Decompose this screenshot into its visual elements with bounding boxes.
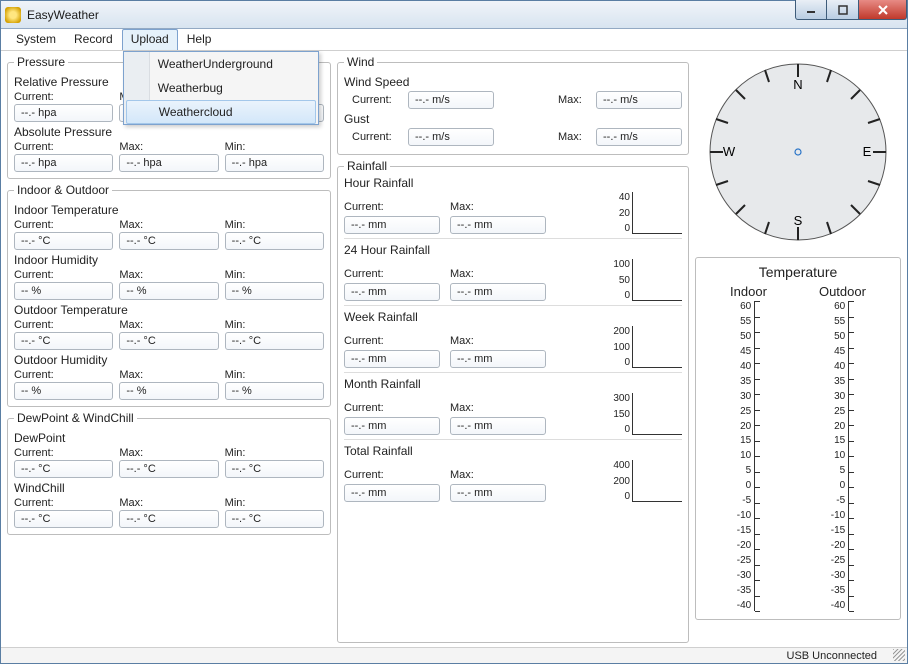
left-column: Pressure Relative Pressure Current:--.- …	[7, 55, 331, 643]
outdoor-temp-current[interactable]: --.- °C	[14, 332, 113, 350]
rain-hour: Hour RainfallCurrent:--.- mmMax:--.- mm4…	[344, 176, 682, 234]
rain-month-graph: 3001500	[613, 393, 682, 435]
outdoor-temp-min[interactable]: --.- °C	[225, 332, 324, 350]
wind-speed-max[interactable]: --.- m/s	[596, 91, 682, 109]
indoor-temp-max[interactable]: --.- °C	[119, 232, 218, 250]
windchill-current[interactable]: --.- °C	[14, 510, 113, 528]
rain-week-current[interactable]: --.- mm	[344, 350, 440, 368]
absolute-pressure-title: Absolute Pressure	[14, 125, 324, 139]
wind-speed-current[interactable]: --.- m/s	[408, 91, 494, 109]
rel-pressure-current[interactable]: --.- hpa	[14, 104, 113, 122]
rain-day: 24 Hour RainfallCurrent:--.- mmMax:--.- …	[344, 238, 682, 301]
rain-total-max[interactable]: --.- mm	[450, 484, 546, 502]
menu-system[interactable]: System	[7, 29, 65, 50]
dewpoint-current[interactable]: --.- °C	[14, 460, 113, 478]
middle-column: Wind Wind Speed Current: --.- m/s Max: -…	[337, 55, 689, 643]
upload-item-weathercloud[interactable]: Weathercloud	[126, 100, 316, 124]
compass-icon: N S W E	[703, 57, 893, 247]
indoor-outdoor-group: Indoor & Outdoor Indoor Temperature Curr…	[7, 183, 331, 407]
rain-hour-current[interactable]: --.- mm	[344, 216, 440, 234]
temperature-title: Temperature	[704, 264, 892, 280]
temperature-panel: Temperature Indoor 605550454035302520151…	[695, 257, 901, 620]
outdoor-hum-max[interactable]: -- %	[119, 382, 218, 400]
resize-grip-icon[interactable]	[893, 649, 905, 661]
rainfall-group: Rainfall Hour RainfallCurrent:--.- mmMax…	[337, 159, 689, 643]
upload-dropdown: WeatherUnderground Weatherbug Weatherclo…	[123, 51, 319, 125]
rain-day-max[interactable]: --.- mm	[450, 283, 546, 301]
status-text: USB Unconnected	[787, 650, 878, 662]
rain-week: Week RainfallCurrent:--.- mmMax:--.- mm2…	[344, 305, 682, 368]
indoor-hum-current[interactable]: -- %	[14, 282, 113, 300]
maximize-button[interactable]	[827, 0, 859, 20]
menu-record[interactable]: Record	[65, 29, 122, 50]
outdoor-hum-min[interactable]: -- %	[225, 382, 324, 400]
indoor-hum-max[interactable]: -- %	[119, 282, 218, 300]
rain-total: Total RainfallCurrent:--.- mmMax:--.- mm…	[344, 439, 682, 502]
right-column: N S W E Temperature Indoor 6055504540353…	[695, 55, 901, 643]
rain-week-graph: 2001000	[613, 326, 682, 368]
gust-current[interactable]: --.- m/s	[408, 128, 494, 146]
indoor-hum-min[interactable]: -- %	[225, 282, 324, 300]
outdoor-temp-max[interactable]: --.- °C	[119, 332, 218, 350]
pressure-legend: Pressure	[14, 55, 68, 69]
titlebar: EasyWeather	[1, 1, 907, 29]
abs-pressure-min[interactable]: --.- hpa	[225, 154, 324, 172]
menu-upload-label: Upload	[131, 32, 169, 46]
dewpoint-min[interactable]: --.- °C	[225, 460, 324, 478]
content: Pressure Relative Pressure Current:--.- …	[1, 51, 907, 647]
app-icon	[5, 7, 21, 23]
rain-month-current[interactable]: --.- mm	[344, 417, 440, 435]
window-controls	[795, 0, 907, 20]
svg-text:E: E	[863, 144, 872, 159]
close-button[interactable]	[859, 0, 907, 20]
outdoor-hum-current[interactable]: -- %	[14, 382, 113, 400]
rain-week-max[interactable]: --.- mm	[450, 350, 546, 368]
svg-text:N: N	[793, 77, 802, 92]
menu-upload[interactable]: Upload WeatherUnderground Weatherbug Wea…	[122, 29, 178, 50]
windchill-min[interactable]: --.- °C	[225, 510, 324, 528]
rain-month-max[interactable]: --.- mm	[450, 417, 546, 435]
rain-hour-graph: 40200	[619, 192, 682, 234]
abs-pressure-max[interactable]: --.- hpa	[119, 154, 218, 172]
dewpoint-max[interactable]: --.- °C	[119, 460, 218, 478]
rain-total-current[interactable]: --.- mm	[344, 484, 440, 502]
rain-day-current[interactable]: --.- mm	[344, 283, 440, 301]
indoor-thermometer: Indoor 605550454035302520151050-5-10-15-…	[730, 284, 767, 611]
svg-text:W: W	[723, 144, 736, 159]
gust-max[interactable]: --.- m/s	[596, 128, 682, 146]
rain-total-graph: 4002000	[613, 460, 682, 502]
menu-help[interactable]: Help	[178, 29, 221, 50]
menubar: System Record Upload WeatherUnderground …	[1, 29, 907, 51]
windchill-max[interactable]: --.- °C	[119, 510, 218, 528]
rain-day-graph: 100500	[613, 259, 682, 301]
abs-pressure-current[interactable]: --.- hpa	[14, 154, 113, 172]
app-window: EasyWeather System Record Upload Weather…	[0, 0, 908, 664]
upload-item-weatherbug[interactable]: Weatherbug	[124, 76, 318, 100]
window-title: EasyWeather	[27, 8, 99, 22]
rain-month: Month RainfallCurrent:--.- mmMax:--.- mm…	[344, 372, 682, 435]
dewpoint-windchill-group: DewPoint & WindChill DewPoint Current:--…	[7, 411, 331, 535]
indoor-temp-min[interactable]: --.- °C	[225, 232, 324, 250]
statusbar: USB Unconnected	[1, 647, 907, 663]
compass: N S W E	[695, 55, 901, 247]
indoor-temp-current[interactable]: --.- °C	[14, 232, 113, 250]
wind-group: Wind Wind Speed Current: --.- m/s Max: -…	[337, 55, 689, 155]
upload-item-wunderground[interactable]: WeatherUnderground	[124, 52, 318, 76]
svg-text:S: S	[794, 213, 803, 228]
rain-hour-max[interactable]: --.- mm	[450, 216, 546, 234]
minimize-button[interactable]	[795, 0, 827, 20]
outdoor-thermometer: Outdoor 605550454035302520151050-5-10-15…	[819, 284, 866, 611]
